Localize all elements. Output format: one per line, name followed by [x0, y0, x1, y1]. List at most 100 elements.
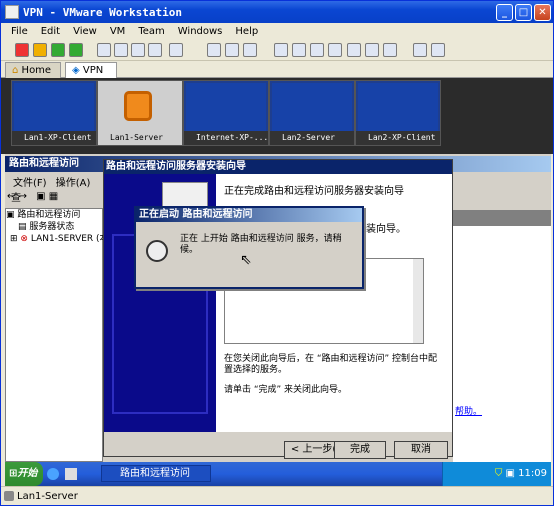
task-label: 路由和远程访问: [120, 468, 190, 479]
status-bar: Lan1-Server: [1, 486, 553, 505]
thumbnail-internet-xp[interactable]: Internet-XP-...: [183, 80, 269, 146]
menu-windows[interactable]: Windows: [178, 26, 223, 37]
thumbnail-bar-icon[interactable]: [383, 43, 397, 57]
menu-view[interactable]: View: [73, 26, 97, 37]
sidebar-icon[interactable]: [274, 43, 288, 57]
thumbnail-label: Internet-XP-...: [184, 131, 268, 145]
back-icon[interactable]: ←: [7, 191, 15, 202]
network-tray-icon[interactable]: ▣: [506, 468, 515, 479]
ie-icon[interactable]: [47, 468, 59, 480]
thumbnail-lan1-server[interactable]: Lan1-Server: [97, 80, 183, 146]
show-desktop-icon[interactable]: [65, 468, 77, 480]
toolbar: [1, 39, 553, 61]
wizard-finish-hint: 请单击 “完成” 来关闭此向导。: [224, 385, 348, 395]
server-icon: ⊗: [20, 234, 28, 244]
router-icon: ▣: [6, 210, 15, 220]
suspend-icon[interactable]: [33, 43, 47, 57]
thumbnail-label: Lan2-Server: [270, 131, 354, 145]
menu-edit[interactable]: Edit: [41, 26, 60, 37]
revert-icon[interactable]: [114, 43, 128, 57]
dialog-title: 正在启动 路由和远程访问: [136, 208, 362, 222]
tree-label: 服务器状态: [29, 222, 75, 232]
expand-icon[interactable]: ⊞: [10, 234, 18, 244]
maximize-button[interactable]: □: [515, 4, 532, 21]
menu-help[interactable]: Help: [235, 26, 258, 37]
vmware-window: VPN - VMware Workstation _ □ ✕ File Edit…: [0, 0, 554, 506]
system-tray: ⛉ ▣ 11:09: [442, 462, 551, 486]
team-icon[interactable]: [207, 43, 221, 57]
minimize-button[interactable]: _: [496, 4, 513, 21]
console-view-icon[interactable]: [347, 43, 361, 57]
cancel-button[interactable]: 取消: [394, 441, 448, 459]
window-title: VPN - VMware Workstation: [23, 5, 182, 19]
shield-icon[interactable]: ⛉: [495, 468, 503, 479]
thumbnail-label: Lan1-Server: [98, 131, 182, 145]
thumbnail-label: Lan2-XP-Client: [356, 131, 440, 145]
help-link[interactable]: 帮助。: [455, 404, 482, 417]
summary-icon[interactable]: [328, 43, 342, 57]
console-tree: ▣ 路由和远程访问 ▤ 服务器状态 ⊞ ⊗ LAN1-SERVER (本: [5, 208, 109, 462]
home-icon: ⌂: [12, 65, 19, 76]
up-icon[interactable]: ▣: [36, 191, 45, 202]
menu-bar: File Edit View VM Team Windows Help: [1, 23, 553, 39]
setup-wizard: 路由和远程访问服务器安装向导 正在完成路由和远程访问服务器安装向导 装向导。 在…: [103, 159, 453, 459]
tab-home[interactable]: ⌂ Home ×: [5, 62, 61, 91]
tree-item-lan1-server[interactable]: ⊞ ⊗ LAN1-SERVER (本: [6, 233, 109, 245]
taskbar-item-rras[interactable]: 路由和远程访问: [101, 465, 211, 482]
clock-icon: [146, 240, 168, 262]
tree-item-server-status[interactable]: ▤ 服务器状态: [6, 221, 102, 233]
quick-switch-icon[interactable]: [292, 43, 306, 57]
lan-icon[interactable]: [225, 43, 239, 57]
status-text: Lan1-Server: [17, 491, 78, 502]
vmware-icon: [5, 5, 19, 19]
appliance-view-icon[interactable]: [365, 43, 379, 57]
vmware-logo-icon: [124, 91, 152, 121]
cursor-icon: ⇖: [240, 252, 252, 268]
clone-icon[interactable]: [148, 43, 162, 57]
tab-bar: ⌂ Home × ◈ VPN ×: [1, 61, 553, 91]
team-thumbnail-bar: Lan1-XP-Client Lan1-Server Internet-XP-.…: [1, 78, 553, 154]
mmc-menu: 文件(F) 操作(A) 查: [5, 174, 105, 204]
start-button[interactable]: ⊞开始: [5, 462, 43, 486]
finish-button[interactable]: 完成: [334, 441, 386, 459]
tree-label: 路由和远程访问: [17, 210, 81, 220]
summary-scrollbar[interactable]: [413, 259, 423, 343]
list-icon: ▤: [18, 222, 27, 232]
mmc-menu-file[interactable]: 文件(F): [13, 178, 47, 189]
unity-icon[interactable]: [413, 43, 427, 57]
wizard-title: 路由和远程访问服务器安装向导: [104, 160, 452, 174]
menu-vm[interactable]: VM: [110, 26, 125, 37]
thumbnail-lan1-xp-client[interactable]: Lan1-XP-Client: [11, 80, 97, 146]
reset-icon[interactable]: [69, 43, 83, 57]
dialog-message: 正在 上开始 路由和远程访问 服务，请稍候。: [180, 234, 342, 255]
snapshot-icon[interactable]: [97, 43, 111, 57]
menu-file[interactable]: File: [11, 26, 28, 37]
guest-screen[interactable]: 路由和远程访问 文件(F) 操作(A) 查 ← → ▣ ▦ ▣ 路由和远程访问 …: [5, 154, 551, 486]
mmc-menu-action[interactable]: 操作(A): [56, 178, 91, 189]
mmc-right-header: [453, 210, 551, 226]
wizard-heading: 正在完成路由和远程访问服务器安装向导: [224, 186, 404, 197]
start-label: 开始: [17, 468, 38, 479]
segment-icon[interactable]: [243, 43, 257, 57]
snapshot-manager-icon[interactable]: [131, 43, 145, 57]
mmc-toolbar: ← → ▣ ▦: [7, 191, 103, 205]
properties-icon[interactable]: ▦: [49, 191, 58, 202]
close-button[interactable]: ✕: [534, 4, 551, 21]
tree-item-root[interactable]: ▣ 路由和远程访问: [6, 209, 102, 221]
taskbar: ⊞开始 路由和远程访问 ⛉ ▣ 11:09: [5, 462, 551, 486]
thumbnail-lan2-server[interactable]: Lan2-Server: [269, 80, 355, 146]
menu-team[interactable]: Team: [138, 26, 164, 37]
power-on-icon[interactable]: [51, 43, 65, 57]
starting-dialog: 正在启动 路由和远程访问 正在 上开始 路由和远程访问 服务，请稍候。 ⇖: [134, 206, 364, 289]
mmc-right-pane: 帮助。: [453, 226, 551, 462]
forward-icon[interactable]: →: [19, 191, 27, 202]
wizard-text: 装向导。: [366, 224, 406, 235]
thumbnail-label: Lan1-XP-Client: [12, 131, 96, 145]
thumbnail-lan2-xp-client[interactable]: Lan2-XP-Client: [355, 80, 441, 146]
full-screen-icon[interactable]: [310, 43, 324, 57]
tab-vpn[interactable]: ◈ VPN ×: [65, 62, 117, 91]
wizard-closing-text: 在您关闭此向导后，在 “路由和远程访问” 控制台中配置选择的服务。: [224, 354, 438, 375]
power-off-icon[interactable]: [15, 43, 29, 57]
console-icon[interactable]: [169, 43, 183, 57]
preferences-icon[interactable]: [431, 43, 445, 57]
